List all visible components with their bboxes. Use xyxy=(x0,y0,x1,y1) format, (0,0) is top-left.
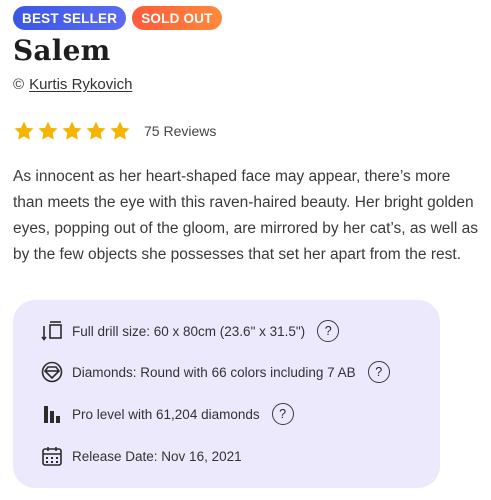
author-link[interactable]: Kurtis Rykovich xyxy=(29,76,132,93)
help-icon[interactable]: ? xyxy=(317,320,340,342)
product-title: Salem xyxy=(13,34,111,67)
artist-credit: © Kurtis Rykovich xyxy=(13,76,132,93)
star-rating xyxy=(13,120,131,142)
diamonds-text: Diamonds: Round with 66 colors including… xyxy=(72,364,356,380)
star-icon xyxy=(37,120,59,142)
detail-row-size: Full drill size: 60 x 80cm (23.6" x 31.5… xyxy=(41,319,340,343)
detail-row-diamonds: Diamonds: Round with 66 colors including… xyxy=(41,360,390,384)
level-text: Pro level with 61,204 diamonds xyxy=(72,406,260,422)
product-description: As innocent as her heart-shaped face may… xyxy=(13,168,478,263)
detail-row-release: Release Date: Nov 16, 2021 xyxy=(41,444,242,468)
star-icon xyxy=(61,120,83,142)
help-icon[interactable]: ? xyxy=(367,361,390,383)
copyright-symbol: © xyxy=(13,76,25,93)
detail-row-level: Pro level with 61,204 diamonds ? xyxy=(41,402,294,426)
rating[interactable]: 75 Reviews xyxy=(13,120,216,142)
badge-group: BEST SELLER SOLD OUT xyxy=(13,6,222,30)
reviews-count[interactable]: 75 Reviews xyxy=(144,123,216,139)
release-date-text: Release Date: Nov 16, 2021 xyxy=(72,448,242,464)
product-details-panel: Full drill size: 60 x 80cm (23.6" x 31.5… xyxy=(13,300,440,488)
sold-out-badge: SOLD OUT xyxy=(132,6,222,30)
best-seller-badge: BEST SELLER xyxy=(13,6,127,30)
calendar-icon xyxy=(41,445,63,467)
canvas-size-icon xyxy=(41,320,63,342)
level-bars-icon xyxy=(41,403,63,425)
star-icon xyxy=(13,120,35,142)
help-icon[interactable]: ? xyxy=(271,403,294,425)
drill-size-text: Full drill size: 60 x 80cm (23.6" x 31.5… xyxy=(72,323,306,339)
star-icon xyxy=(109,120,131,142)
diamond-icon xyxy=(41,361,63,383)
star-icon xyxy=(85,120,107,142)
